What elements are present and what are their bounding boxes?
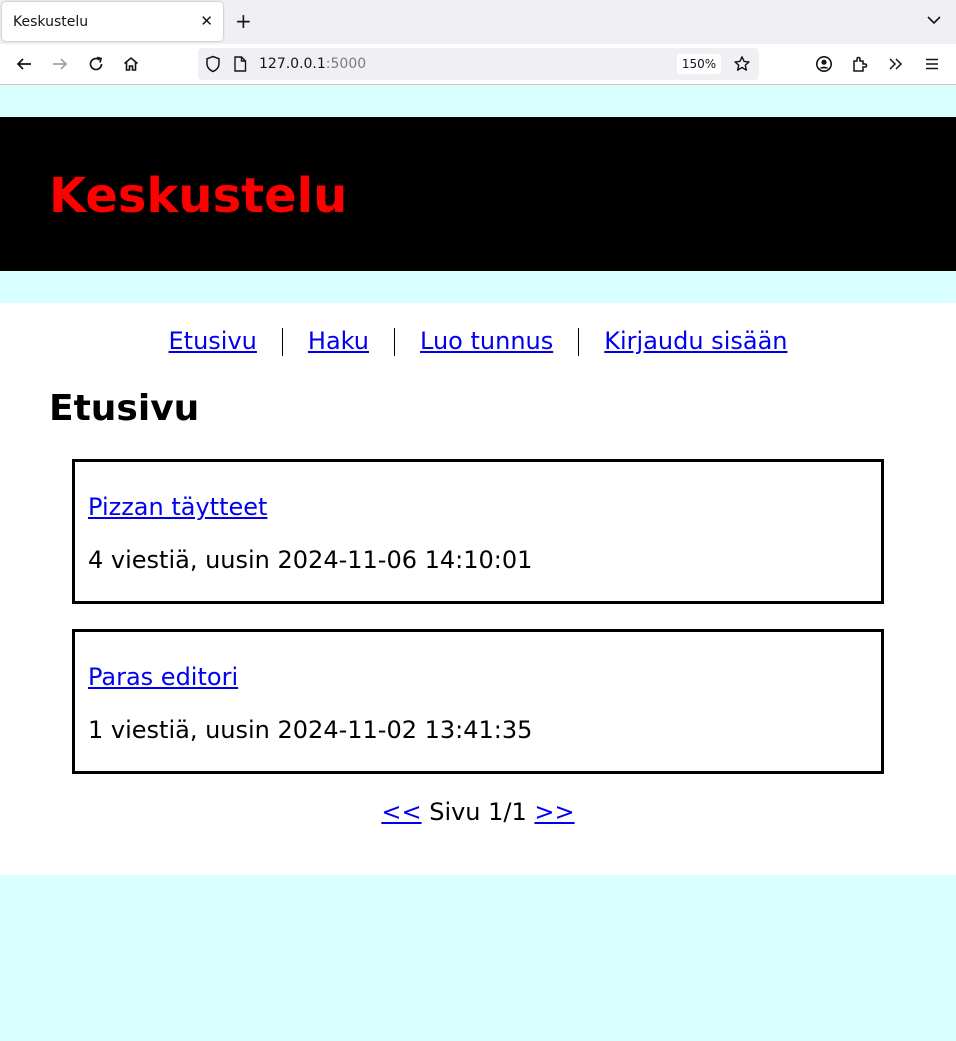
chevron-down-icon[interactable] <box>924 10 944 30</box>
browser-tab[interactable]: Keskustelu ✕ <box>2 2 223 41</box>
zoom-level-badge[interactable]: 150% <box>677 54 721 74</box>
account-icon[interactable] <box>813 53 835 75</box>
tab-title: Keskustelu <box>13 14 89 30</box>
shield-icon[interactable] <box>202 53 224 75</box>
web-page: Keskustelu Etusivu Haku Luo tunnus Kirjaudu… <box>0 85 956 1041</box>
close-tab-icon[interactable]: ✕ <box>200 12 213 30</box>
thread-meta: 1 viestiä, uusin 2024-11-02 13:41:35 <box>88 716 533 744</box>
thread-title-link[interactable]: Pizzan täytteet <box>88 492 267 522</box>
next-page-link[interactable]: >> <box>534 798 574 826</box>
browser-toolbar: 127.0.0.1:5000 150% <box>0 44 956 85</box>
url-text[interactable]: 127.0.0.1:5000 <box>259 56 366 72</box>
back-arrow-icon[interactable] <box>13 53 35 75</box>
nav-link-haku[interactable]: Haku <box>308 327 369 355</box>
pagination: << Sivu 1/1 >> <box>0 797 956 827</box>
thread-meta: 4 viestiä, uusin 2024-11-06 14:10:01 <box>88 546 533 574</box>
site-title: Keskustelu <box>49 168 348 224</box>
thread-card: Paras editori 1 viestiä, uusin 2024-11-0… <box>72 629 884 774</box>
url-bar[interactable]: 127.0.0.1:5000 150% <box>198 48 759 80</box>
tab-bar: Keskustelu ✕ + <box>0 0 956 44</box>
main-content: Etusivu Haku Luo tunnus Kirjaudu sisään Etu… <box>0 303 956 875</box>
page-indicator: Sivu 1/1 <box>429 798 527 826</box>
new-tab-icon[interactable]: + <box>235 10 252 32</box>
thread-card: Pizzan täytteet 4 viestiä, uusin 2024-11… <box>72 459 884 604</box>
nav-link-etusivu[interactable]: Etusivu <box>169 327 257 355</box>
reload-icon[interactable] <box>85 53 107 75</box>
nav-link-kirjaudu[interactable]: Kirjaudu sisään <box>604 327 787 355</box>
nav-separator <box>281 328 283 356</box>
site-header: Keskustelu <box>0 117 956 271</box>
nav-link-luo-tunnus[interactable]: Luo tunnus <box>420 327 553 355</box>
page-icon <box>229 53 251 75</box>
prev-page-link[interactable]: << <box>381 798 421 826</box>
page-title: Etusivu <box>49 388 200 429</box>
thread-title-link[interactable]: Paras editori <box>88 662 238 692</box>
forward-arrow-icon[interactable] <box>49 53 71 75</box>
bookmark-star-icon[interactable] <box>731 53 753 75</box>
nav-separator <box>578 328 580 356</box>
menu-icon[interactable] <box>921 53 943 75</box>
nav-separator <box>394 328 396 356</box>
home-icon[interactable] <box>120 53 142 75</box>
extensions-icon[interactable] <box>849 53 871 75</box>
main-nav: Etusivu Haku Luo tunnus Kirjaudu sisään <box>0 326 956 356</box>
overflow-chevrons-icon[interactable] <box>885 53 907 75</box>
